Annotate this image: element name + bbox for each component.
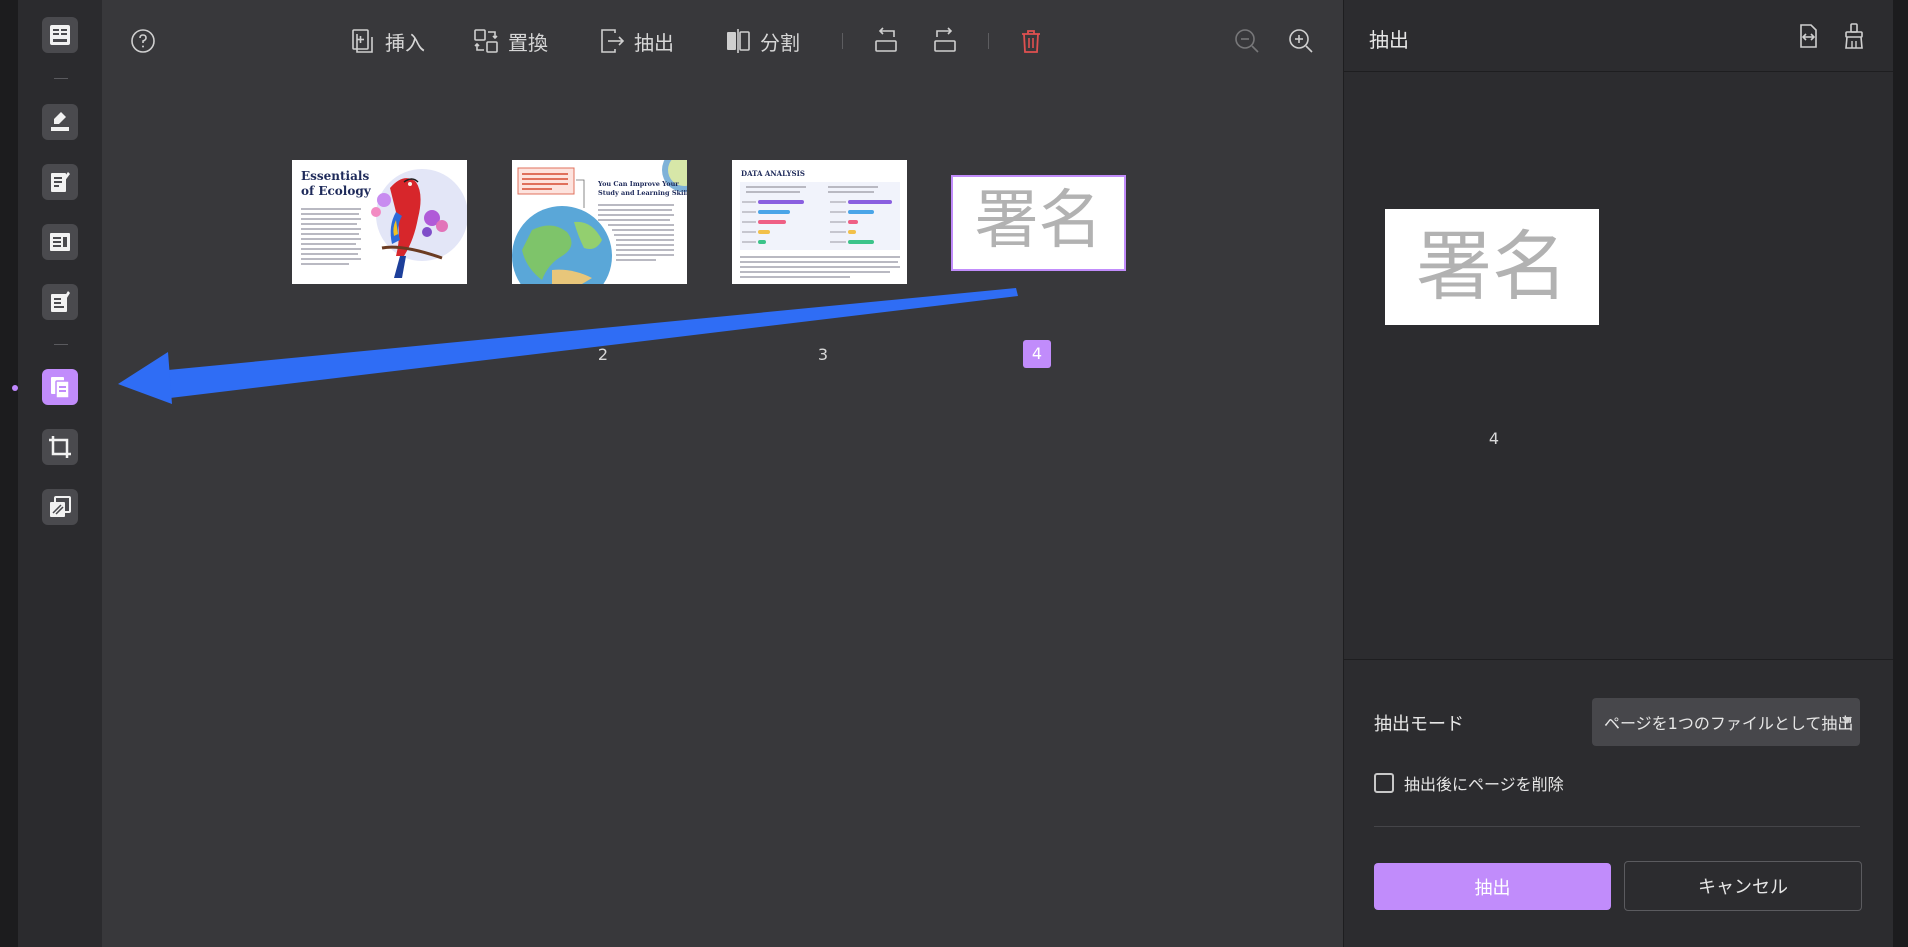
delete-after-extract-checkbox[interactable]: [1374, 773, 1394, 793]
organize-pages-button[interactable]: [42, 369, 78, 405]
insert-page-icon: [352, 29, 373, 53]
zoom-in-icon: [1289, 29, 1313, 53]
zoom-in-button[interactable]: [1286, 26, 1313, 56]
toolbar-separator: [988, 33, 989, 49]
reader-mode-button[interactable]: [42, 17, 78, 53]
extract-panel-header: 抽出: [1344, 0, 1894, 72]
insert-label: 挿入: [385, 30, 425, 55]
delete-button[interactable]: [1016, 26, 1046, 56]
extract-mode-label: 抽出モード: [1374, 714, 1464, 735]
page-number-3: 3: [817, 345, 829, 364]
cancel-button[interactable]: キャンセル: [1624, 861, 1862, 911]
highlighter-icon: [51, 112, 69, 131]
split-icon: [727, 29, 750, 53]
page-3-title: DATA ANALYSIS: [741, 169, 805, 178]
page-2-title-line2: Study and Learning Skills: [598, 189, 687, 197]
extract-panel-title: 抽出: [1369, 28, 1409, 52]
delete-after-extract-option[interactable]: 抽出後にページを削除: [1374, 771, 1564, 795]
replace-icon: [474, 29, 498, 53]
extract-mode-value: ページを1つのファイルとして抽出: [1604, 714, 1854, 733]
rotate-left-icon: [875, 27, 897, 52]
page-number-4: 4: [1023, 340, 1051, 368]
page-number-2: 2: [597, 345, 609, 364]
form-icon: [50, 233, 70, 251]
page-1-title-line1: Essentials: [301, 169, 369, 183]
rotate-right-button[interactable]: [931, 26, 961, 56]
preview-page-number: 4: [1488, 429, 1500, 448]
extract-button[interactable]: 抽出: [598, 26, 674, 56]
toolbar-separator: [54, 78, 68, 79]
left-toolbar: [18, 0, 102, 947]
extract-preview-thumbnail: 署名: [1385, 209, 1599, 325]
help-icon[interactable]: [130, 28, 156, 54]
insert-button[interactable]: 挿入: [349, 26, 425, 56]
trash-icon: [1022, 30, 1040, 53]
book-icon: [50, 25, 70, 45]
edit-tool-button[interactable]: [42, 164, 78, 200]
page-organizer-canvas: 挿入 置換 抽出 分割 Essentials of Ecology You Ca…: [102, 0, 1343, 947]
extract-icon: [601, 29, 625, 53]
sign-tool-button[interactable]: [42, 284, 78, 320]
page-thumbnail-2[interactable]: You Can Improve Your Study and Learning …: [512, 160, 687, 284]
edit-document-icon: [51, 172, 70, 192]
preview-signature-text: 署名: [1416, 222, 1568, 311]
page-thumbnail-1[interactable]: Essentials of Ecology: [292, 160, 467, 284]
batch-tool-button[interactable]: [42, 489, 78, 525]
delete-after-extract-label: 抽出後にページを削除: [1404, 775, 1564, 794]
extract-mode-select[interactable]: ページを1つのファイルとして抽出: [1592, 698, 1860, 746]
comment-tool-button[interactable]: [42, 104, 78, 140]
panel-divider: [1374, 826, 1860, 827]
page-2-title-line1: You Can Improve Your: [597, 180, 679, 188]
clean-brush-icon[interactable]: [1840, 22, 1868, 50]
pages-icon: [51, 377, 70, 399]
toolbar-separator: [842, 33, 843, 49]
page-2-content: You Can Improve Your Study and Learning …: [512, 160, 687, 284]
form-tool-button[interactable]: [42, 224, 78, 260]
page-1-title-line2: of Ecology: [301, 184, 372, 198]
zoom-out-button[interactable]: [1232, 26, 1259, 56]
app-window: 挿入 置換 抽出 分割 Essentials of Ecology You Ca…: [0, 0, 1908, 947]
replace-label: 置換: [508, 30, 548, 55]
extract-panel: 抽出 署名 4 抽出モード ページを1つのファイルとして抽出 抽出後にページを削…: [1343, 0, 1894, 947]
page-thumbnail-3[interactable]: DATA ANALYSIS: [732, 160, 907, 284]
page-1-content: Essentials of Ecology: [301, 169, 467, 278]
right-edge-strip: [1893, 0, 1908, 947]
sign-document-icon: [51, 291, 70, 312]
crop-icon: [49, 436, 71, 458]
outer-edge-strip: [0, 0, 18, 947]
organize-toolbar: 挿入 置換 抽出 分割: [102, 0, 1343, 84]
rotate-right-icon: [934, 27, 956, 52]
page-3-content: DATA ANALYSIS: [740, 169, 900, 278]
zoom-out-icon: [1235, 29, 1259, 53]
toolbar-separator: [54, 344, 68, 345]
panel-divider: [1344, 659, 1894, 660]
page-4-signature-text: 署名: [974, 184, 1103, 258]
fit-width-icon[interactable]: [1794, 22, 1822, 50]
extract-confirm-button[interactable]: 抽出: [1374, 863, 1611, 910]
replace-button[interactable]: 置換: [472, 26, 548, 56]
rotate-left-button[interactable]: [870, 26, 900, 56]
page-thumbnail-4[interactable]: 署名: [951, 175, 1126, 271]
split-button[interactable]: 分割: [724, 26, 800, 56]
layers-icon: [50, 496, 71, 517]
split-label: 分割: [760, 30, 800, 55]
extract-label: 抽出: [634, 30, 674, 55]
caret-down-icon: [1842, 717, 1852, 724]
crop-tool-button[interactable]: [42, 429, 78, 465]
